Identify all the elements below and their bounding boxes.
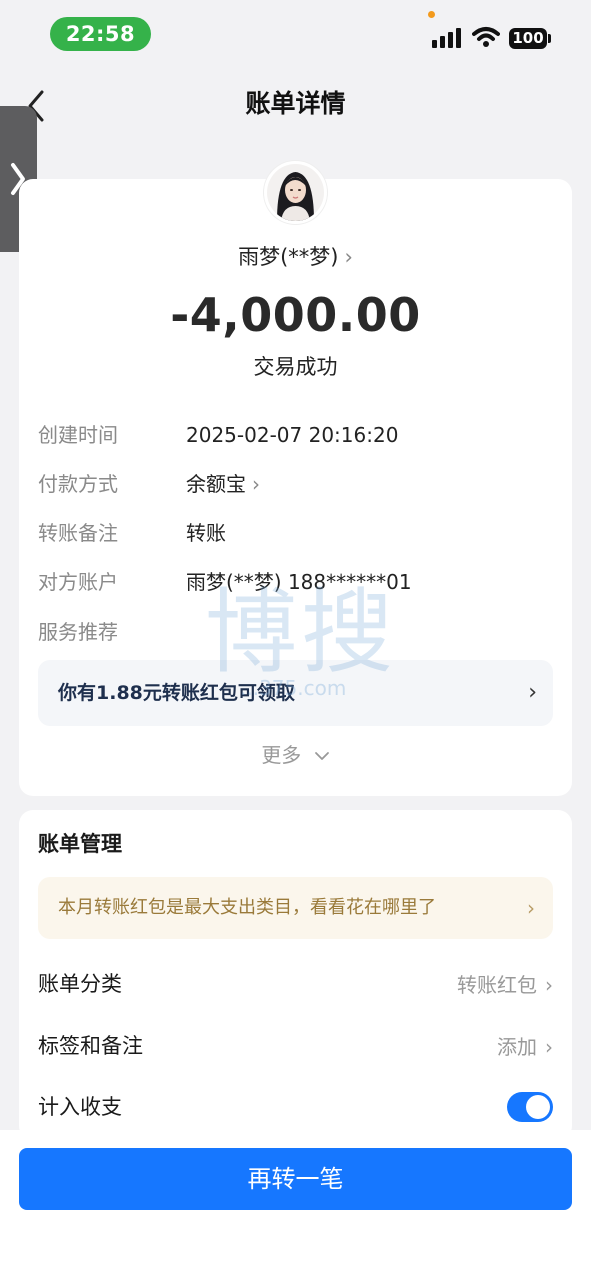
watermark: 博搜: [205, 579, 398, 686]
payee-name: 雨梦(**梦): [238, 245, 339, 269]
bill-category-label: 账单分类: [38, 972, 122, 996]
detail-value-created-time: 2025-02-07 20:16:20: [186, 423, 399, 447]
chevron-right-icon: ›: [344, 245, 353, 269]
bill-category-value: 转账红包: [457, 973, 537, 997]
transfer-again-button[interactable]: 再转一笔: [19, 1148, 572, 1210]
tags-notes-label: 标签和备注: [38, 1034, 143, 1058]
wifi-icon: [472, 27, 500, 47]
tags-notes-value: 添加: [497, 1035, 537, 1059]
status-time: 22:58: [50, 17, 151, 51]
watermark-url: ...375.com: [240, 676, 347, 700]
chevron-down-icon: [314, 752, 329, 760]
page-title: 账单详情: [245, 89, 346, 118]
detail-label-note: 转账备注: [38, 521, 118, 545]
count-in-budget-label: 计入收支: [38, 1095, 122, 1119]
toggle-knob: [526, 1095, 550, 1119]
chevron-right-icon: ›: [545, 973, 553, 997]
bill-category-selector[interactable]: 转账红包 ›: [457, 969, 553, 1001]
payee-avatar[interactable]: [264, 161, 327, 224]
tip-text: 本月转账红包是最大支出类目，看看花在哪里了: [58, 897, 436, 918]
more-label: 更多: [261, 743, 302, 767]
count-in-budget-toggle[interactable]: [507, 1092, 553, 1122]
detail-label-created-time: 创建时间: [38, 423, 118, 447]
payment-method-link[interactable]: 余额宝 ›: [186, 469, 260, 499]
battery-icon: 100: [509, 28, 547, 49]
status-bar: 22:58 100: [0, 0, 591, 60]
detail-label-recommend: 服务推荐: [38, 620, 118, 644]
section-title: 账单管理: [38, 832, 122, 856]
spending-tip[interactable]: 本月转账红包是最大支出类目，看看花在哪里了 ›: [38, 877, 553, 939]
privacy-indicator-icon: [428, 11, 435, 18]
chevron-right-icon: ›: [528, 680, 537, 705]
detail-label-counterparty: 对方账户: [38, 570, 118, 594]
chevron-right-icon: ›: [252, 472, 260, 496]
chevron-right-icon: ›: [527, 896, 535, 920]
detail-value-payment-method: 余额宝: [186, 472, 246, 496]
transaction-status: 交易成功: [253, 355, 338, 379]
payee-link[interactable]: 雨梦(**梦) ›: [0, 238, 591, 276]
detail-value-note: 转账: [186, 521, 226, 545]
chevron-right-icon: ›: [545, 1035, 553, 1059]
cellular-signal-icon: [432, 28, 464, 48]
transaction-amount: -4,000.00: [170, 288, 421, 342]
detail-label-payment-method: 付款方式: [38, 472, 118, 496]
more-button[interactable]: 更多: [0, 740, 591, 770]
battery-tip: [548, 34, 551, 43]
tags-notes-add[interactable]: 添加 ›: [497, 1031, 553, 1063]
